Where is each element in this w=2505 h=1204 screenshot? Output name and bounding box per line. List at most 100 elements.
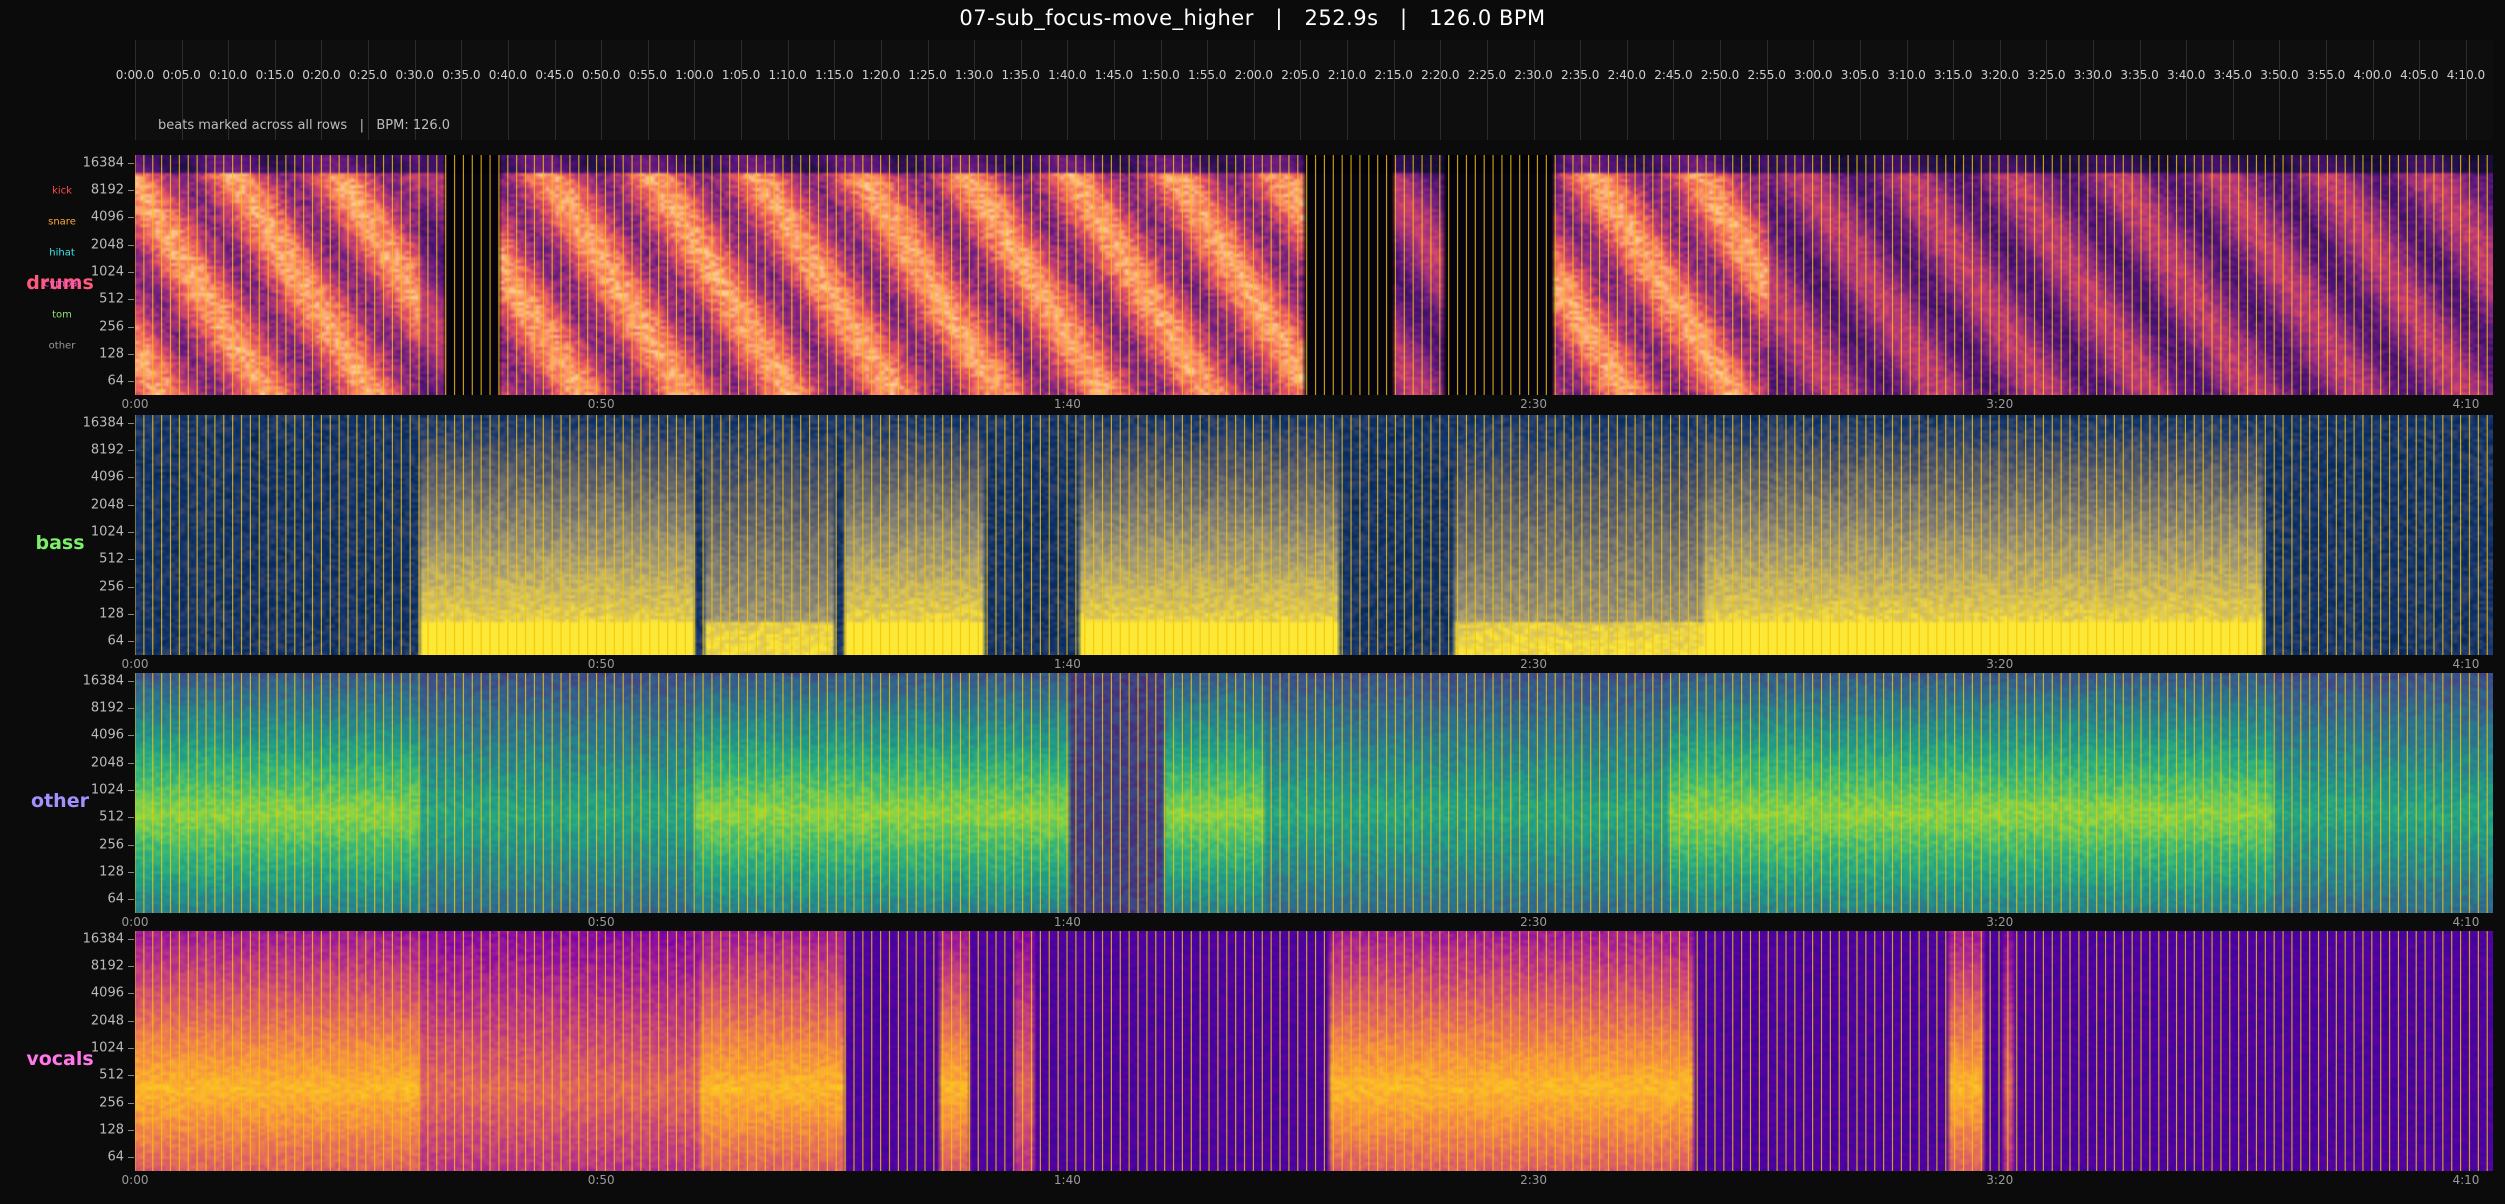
timeline-label: 1:05.0 bbox=[721, 68, 761, 82]
timeline-gridline bbox=[1300, 40, 1302, 140]
timeline-gridline bbox=[1020, 40, 1022, 140]
time-tick-label: 1:40 bbox=[1053, 397, 1081, 411]
frequency-tick bbox=[128, 871, 134, 873]
timeline-gridline bbox=[1347, 40, 1349, 140]
frequency-tick bbox=[128, 559, 134, 561]
frequency-tick bbox=[128, 817, 134, 819]
frequency-tick bbox=[128, 1102, 134, 1104]
frequency-tick bbox=[128, 899, 134, 901]
timeline-label: 3:05.0 bbox=[1840, 68, 1880, 82]
timeline-gridline bbox=[1626, 40, 1628, 140]
drum-legend-hihat: hihat bbox=[49, 247, 75, 259]
timeline-gridline bbox=[1906, 40, 1908, 140]
timeline-label: 0:30.0 bbox=[395, 68, 434, 82]
timeline-gridline bbox=[1859, 40, 1861, 140]
timeline-gridline bbox=[2232, 40, 2234, 140]
timeline-label: 1:35.0 bbox=[1001, 68, 1040, 82]
timeline-gridline bbox=[974, 40, 976, 140]
time-tick-label: 0:50 bbox=[587, 1173, 615, 1187]
timeline-label: 0:25.0 bbox=[348, 68, 388, 82]
frequency-tick bbox=[128, 641, 134, 643]
frequency-tick bbox=[128, 586, 134, 588]
bass-stem-label: bass bbox=[35, 532, 85, 554]
timeline-gridline bbox=[1160, 40, 1162, 140]
vocals-beat-lines bbox=[135, 931, 2488, 1171]
drum-legend-other: other bbox=[48, 340, 76, 352]
frequency-tick-label: 16384 bbox=[82, 931, 124, 947]
frequency-tick-label: 4096 bbox=[90, 469, 124, 485]
drums-beat-lines bbox=[135, 155, 2488, 395]
frequency-tick bbox=[128, 531, 134, 533]
timeline-label: 0:20.0 bbox=[302, 68, 341, 82]
timeline-label: 0:15.0 bbox=[255, 68, 295, 82]
frequency-tick-label: 512 bbox=[99, 1067, 124, 1083]
frequency-tick-label: 4096 bbox=[90, 985, 124, 1001]
timeline-label: 1:50.0 bbox=[1141, 68, 1180, 82]
timeline-label: 2:45.0 bbox=[1654, 68, 1693, 82]
timeline-label: 0:05.0 bbox=[162, 68, 201, 82]
frequency-tick bbox=[128, 966, 134, 968]
timeline-label: 3:50.0 bbox=[2260, 68, 2299, 82]
timeline-label: 2:05.0 bbox=[1281, 68, 1320, 82]
timeline-note: beats marked across all rows | BPM: 126.… bbox=[158, 118, 451, 133]
chart-title: 07-sub_focus-move_higher | 252.9s | 126.… bbox=[959, 6, 1546, 30]
timeline-label: 1:45.0 bbox=[1094, 68, 1134, 82]
frequency-tick-label: 8192 bbox=[90, 700, 124, 716]
frequency-tick-label: 256 bbox=[99, 1095, 124, 1111]
timeline-gridline bbox=[1766, 40, 1768, 140]
frequency-tick-label: 16384 bbox=[82, 155, 124, 171]
timeline-gridline bbox=[834, 40, 836, 140]
frequency-tick-label: 2048 bbox=[90, 755, 124, 771]
frequency-tick bbox=[128, 162, 134, 164]
frequency-tick bbox=[128, 708, 134, 710]
timeline-gridline bbox=[1720, 40, 1722, 140]
drum-legend-kick: kick bbox=[52, 185, 72, 197]
timeline-label: 3:45.0 bbox=[2213, 68, 2253, 82]
frequency-tick bbox=[128, 1047, 134, 1049]
frequency-tick bbox=[128, 844, 134, 846]
timeline-gridline bbox=[2372, 40, 2374, 140]
frequency-tick-label: 2048 bbox=[90, 497, 124, 513]
timeline-label: 0:00.0 bbox=[115, 68, 155, 82]
frequency-tick-label: 512 bbox=[99, 291, 124, 307]
frequency-tick bbox=[128, 477, 134, 479]
timeline-gridline bbox=[1673, 40, 1675, 140]
timeline-gridline bbox=[461, 40, 463, 140]
frequency-tick-label: 128 bbox=[99, 864, 124, 880]
time-tick-label: 3:20 bbox=[1986, 397, 2014, 411]
timeline-gridline bbox=[2326, 40, 2328, 140]
timeline-label: 3:35.0 bbox=[2120, 68, 2159, 82]
frequency-tick-label: 256 bbox=[99, 579, 124, 595]
frequency-tick bbox=[128, 244, 134, 246]
time-tick-label: 1:40 bbox=[1053, 1173, 1081, 1187]
timeline-gridline bbox=[2419, 40, 2421, 140]
timeline-label: 2:50.0 bbox=[1700, 68, 1740, 82]
time-tick-label: 3:20 bbox=[1986, 915, 2014, 929]
time-tick-label: 3:20 bbox=[1986, 657, 2014, 671]
frequency-tick bbox=[128, 450, 134, 452]
timeline-label: 2:10.0 bbox=[1327, 68, 1367, 82]
time-tick-label: 0:50 bbox=[587, 397, 615, 411]
timeline-gridline bbox=[1953, 40, 1955, 140]
timeline-gridline bbox=[1253, 40, 1255, 140]
timeline-label: 2:20.0 bbox=[1421, 68, 1460, 82]
timeline-label: 0:45.0 bbox=[535, 68, 574, 82]
timeline-label: 2:40.0 bbox=[1607, 68, 1647, 82]
time-tick-label: 0:00 bbox=[121, 1173, 149, 1187]
timeline-gridline bbox=[1067, 40, 1069, 140]
time-tick-label: 2:30 bbox=[1520, 657, 1548, 671]
frequency-tick bbox=[128, 762, 134, 764]
timeline-label: 2:35.0 bbox=[1560, 68, 1600, 82]
timeline-label: 0:35.0 bbox=[442, 68, 481, 82]
frequency-tick-label: 64 bbox=[107, 891, 124, 907]
timeline-gridline bbox=[2279, 40, 2281, 140]
drum-legend-tom: tom bbox=[52, 309, 72, 321]
timeline-label: 3:15.0 bbox=[1933, 68, 1973, 82]
vocals-spectrogram bbox=[135, 931, 2493, 1171]
timeline-label: 1:20.0 bbox=[861, 68, 901, 82]
frequency-tick-label: 128 bbox=[99, 1122, 124, 1138]
frequency-tick bbox=[128, 217, 134, 219]
timeline-label: 2:15.0 bbox=[1374, 68, 1413, 82]
time-tick-label: 0:50 bbox=[587, 915, 615, 929]
timeline-label: 0:55.0 bbox=[628, 68, 667, 82]
